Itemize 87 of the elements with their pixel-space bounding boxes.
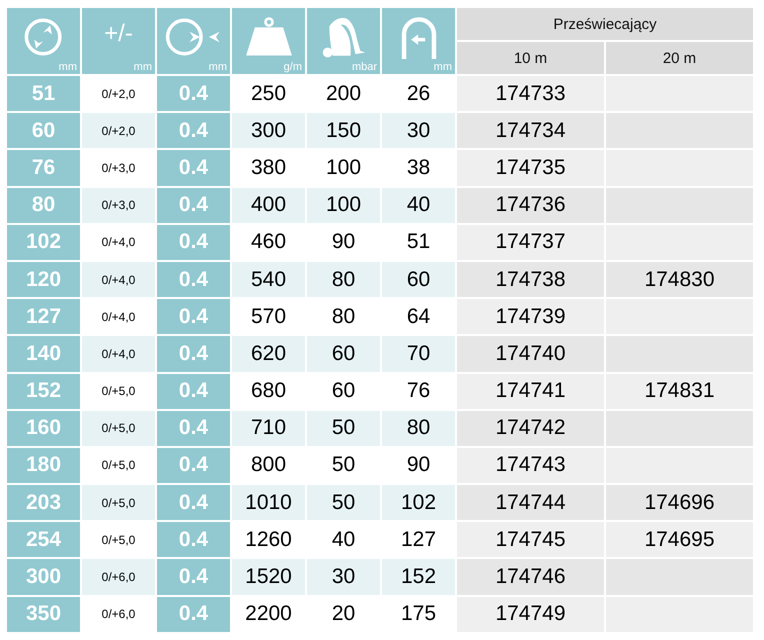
table-cell: 174745 [457,522,604,558]
table-cell: 60 [307,336,380,372]
table-cell: 0.4 [157,76,230,112]
table-cell: 0.4 [157,559,230,595]
table-cell: 0.4 [157,374,230,409]
group-header: Przeświecający [457,8,753,40]
table-cell: 0.4 [157,410,230,446]
table-cell: 174743 [457,448,604,484]
table-cell: 40 [382,188,455,223]
table-cell: 0.4 [157,336,230,372]
table-cell: 0.4 [157,448,230,484]
table-cell: 0/+5,0 [82,410,155,446]
table-cell: 50 [307,485,380,520]
table-cell: 0/+2,0 [82,113,155,148]
table-cell: 127 [7,299,80,334]
table-cell: 1010 [232,485,305,520]
table-cell: 174746 [457,559,604,595]
table-cell: 140 [7,336,80,372]
table-cell: 174742 [457,410,604,446]
table-cell: 0/+5,0 [82,485,155,520]
table-cell: 0/+4,0 [82,262,155,298]
table-cell: 100 [307,188,380,223]
unit-label: mbar [352,61,377,73]
table-cell: 102 [382,485,455,520]
unit-label: g/m [284,61,302,73]
table-cell: 80 [382,410,455,446]
table-cell: 174696 [606,485,753,520]
table-cell: 174735 [457,150,604,186]
table-cell: 300 [232,113,305,148]
table-cell: 80 [307,262,380,298]
table-cell: 540 [232,262,305,298]
table-cell: 174740 [457,336,604,372]
table-cell: 174695 [606,522,753,558]
table-cell: 152 [382,559,455,595]
table-cell: 76 [7,150,80,186]
table-cell: 174739 [457,299,604,334]
table-cell: 174749 [457,596,604,632]
table-cell: 174734 [457,113,604,148]
table-cell: 0/+3,0 [82,188,155,223]
table-cell: 80 [7,188,80,223]
table-cell: 400 [232,188,305,223]
table-cell: 0.4 [157,224,230,260]
table-cell: 0.4 [157,596,230,632]
table-cell: 174744 [457,485,604,520]
table-cell: 174738 [457,262,604,298]
table-cell: 0.4 [157,113,230,148]
table-cell: 30 [382,113,455,148]
table-cell: 70 [382,336,455,372]
table-cell: 1520 [232,559,305,595]
table-cell: 0.4 [157,485,230,520]
table-cell: 150 [307,113,380,148]
table-cell: 300 [7,559,80,595]
table-cell: 174831 [606,374,753,409]
table-cell: 120 [7,262,80,298]
table-cell: 0.4 [157,188,230,223]
table-cell: 30 [307,559,380,595]
unit-label: mm [58,61,77,73]
table-cell: 710 [232,410,305,446]
table-cell: 203 [7,485,80,520]
unit-label: mm [208,61,227,73]
table-cell: 0/+4,0 [82,336,155,372]
table-cell: 60 [382,262,455,298]
table-cell: 102 [7,224,80,260]
table-cell: 174736 [457,188,604,223]
table-cell: 174741 [457,374,604,409]
table-cell: 51 [7,76,80,112]
unit-label: mm [134,61,152,73]
table-cell: 50 [307,410,380,446]
table-cell: 152 [7,374,80,409]
unit-label: mm [434,61,452,73]
table-cell: 0.4 [157,150,230,186]
table-cell: 160 [7,410,80,446]
table-cell: 0.4 [157,522,230,558]
table-cell: 620 [232,336,305,372]
table-cell: 0.4 [157,262,230,298]
table-cell: 0/+6,0 [82,559,155,595]
table-cell: 180 [7,448,80,484]
table-cell: 174830 [606,262,753,298]
length-header: 10 m [457,42,604,74]
length-header: 20 m [606,42,753,74]
table-cell: 174737 [457,224,604,260]
table-cell: 254 [7,522,80,558]
table-cell: 0.4 [157,299,230,334]
table-cell: 350 [7,596,80,632]
table-cell: 174733 [457,76,604,112]
tolerance-symbol: +/- [104,20,133,48]
table-cell: 60 [7,113,80,148]
